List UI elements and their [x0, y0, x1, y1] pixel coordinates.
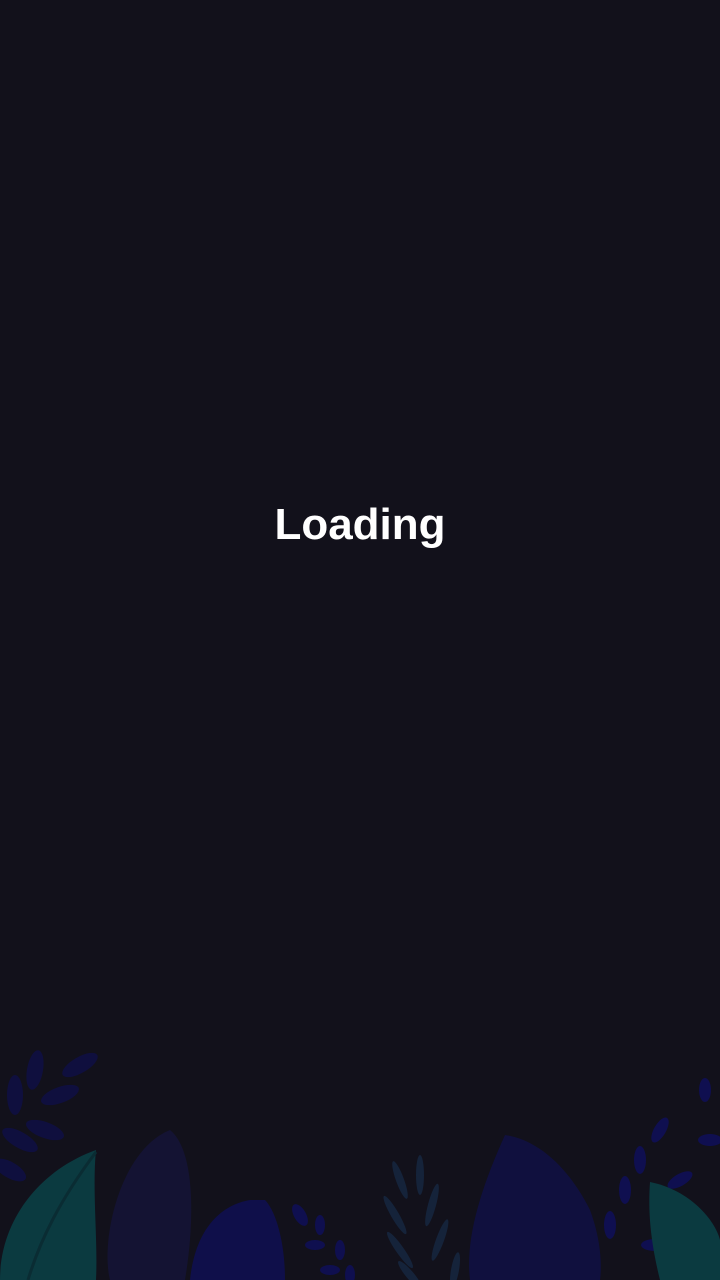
left-dark-leaf — [107, 1130, 192, 1280]
monstera-left — [190, 1200, 285, 1280]
loading-text: Loading — [274, 500, 446, 549]
decorative-foliage — [0, 1050, 720, 1280]
small-branch — [292, 1204, 355, 1280]
monstera-right — [469, 1135, 601, 1280]
fern-center — [383, 1155, 461, 1280]
right-teal-leaf — [649, 1182, 720, 1280]
